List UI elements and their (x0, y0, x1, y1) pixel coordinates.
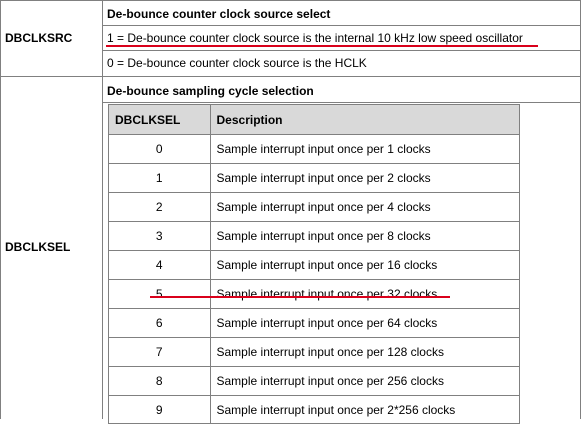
right-border (580, 0, 581, 419)
row-description: Sample interrupt input once per 256 cloc… (210, 367, 519, 396)
row-value: 7 (109, 338, 210, 367)
row-description: Sample interrupt input once per 1 clocks (210, 135, 519, 164)
row-divider (0, 76, 581, 77)
table-row: 3 Sample interrupt input once per 8 cloc… (109, 222, 519, 251)
row-description: Sample interrupt input once per 8 clocks (210, 222, 519, 251)
dbclksel-value-table: DBCLKSEL Description 0 Sample interrupt … (108, 104, 520, 424)
column-header-description: Description (210, 105, 519, 135)
row-description: Sample interrupt input once per 2 clocks (210, 164, 519, 193)
dbclksrc-option-1: 1 = De-bounce counter clock source is th… (107, 31, 523, 45)
row-value: 4 (109, 251, 210, 280)
dbclksrc-field-name: DBCLKSRC (5, 31, 72, 45)
row-value: 8 (109, 367, 210, 396)
row-value: 9 (109, 396, 210, 424)
row-description: Sample interrupt input once per 32 clock… (210, 280, 519, 309)
row-value: 2 (109, 193, 210, 222)
dbclksrc-option-divider-2 (103, 50, 580, 51)
row-5-highlight-underline (150, 296, 450, 298)
column-divider (102, 0, 103, 419)
column-header-value: DBCLKSEL (109, 105, 210, 135)
row-description: Sample interrupt input once per 16 clock… (210, 251, 519, 280)
dbclksrc-option-divider-1 (103, 25, 580, 26)
row-description: Sample interrupt input once per 128 cloc… (210, 338, 519, 367)
row-value: 3 (109, 222, 210, 251)
row-value: 5 (109, 280, 210, 309)
option-1-highlight-underline (106, 45, 538, 47)
dbclksel-field-name: DBCLKSEL (5, 240, 70, 254)
table-row: 9 Sample interrupt input once per 2*256 … (109, 396, 519, 424)
dbclksrc-heading: De-bounce counter clock source select (107, 7, 330, 21)
dbclksel-heading: De-bounce sampling cycle selection (107, 84, 314, 98)
dbclksrc-option-0: 0 = De-bounce counter clock source is th… (107, 56, 367, 70)
table-row: 7 Sample interrupt input once per 128 cl… (109, 338, 519, 367)
table-header-row: DBCLKSEL Description (109, 105, 519, 135)
row-value: 1 (109, 164, 210, 193)
row-value: 0 (109, 135, 210, 164)
row-value: 6 (109, 309, 210, 338)
table-row: 6 Sample interrupt input once per 64 clo… (109, 309, 519, 338)
row-description: Sample interrupt input once per 2*256 cl… (210, 396, 519, 424)
table-row-highlighted: 5 Sample interrupt input once per 32 clo… (109, 280, 519, 309)
table-row: 1 Sample interrupt input once per 2 cloc… (109, 164, 519, 193)
table-row: 4 Sample interrupt input once per 16 clo… (109, 251, 519, 280)
dbclksel-heading-divider (103, 102, 580, 103)
row-description: Sample interrupt input once per 4 clocks (210, 193, 519, 222)
row-description: Sample interrupt input once per 64 clock… (210, 309, 519, 338)
table-row: 8 Sample interrupt input once per 256 cl… (109, 367, 519, 396)
table-row: 2 Sample interrupt input once per 4 cloc… (109, 193, 519, 222)
table-row: 0 Sample interrupt input once per 1 cloc… (109, 135, 519, 164)
